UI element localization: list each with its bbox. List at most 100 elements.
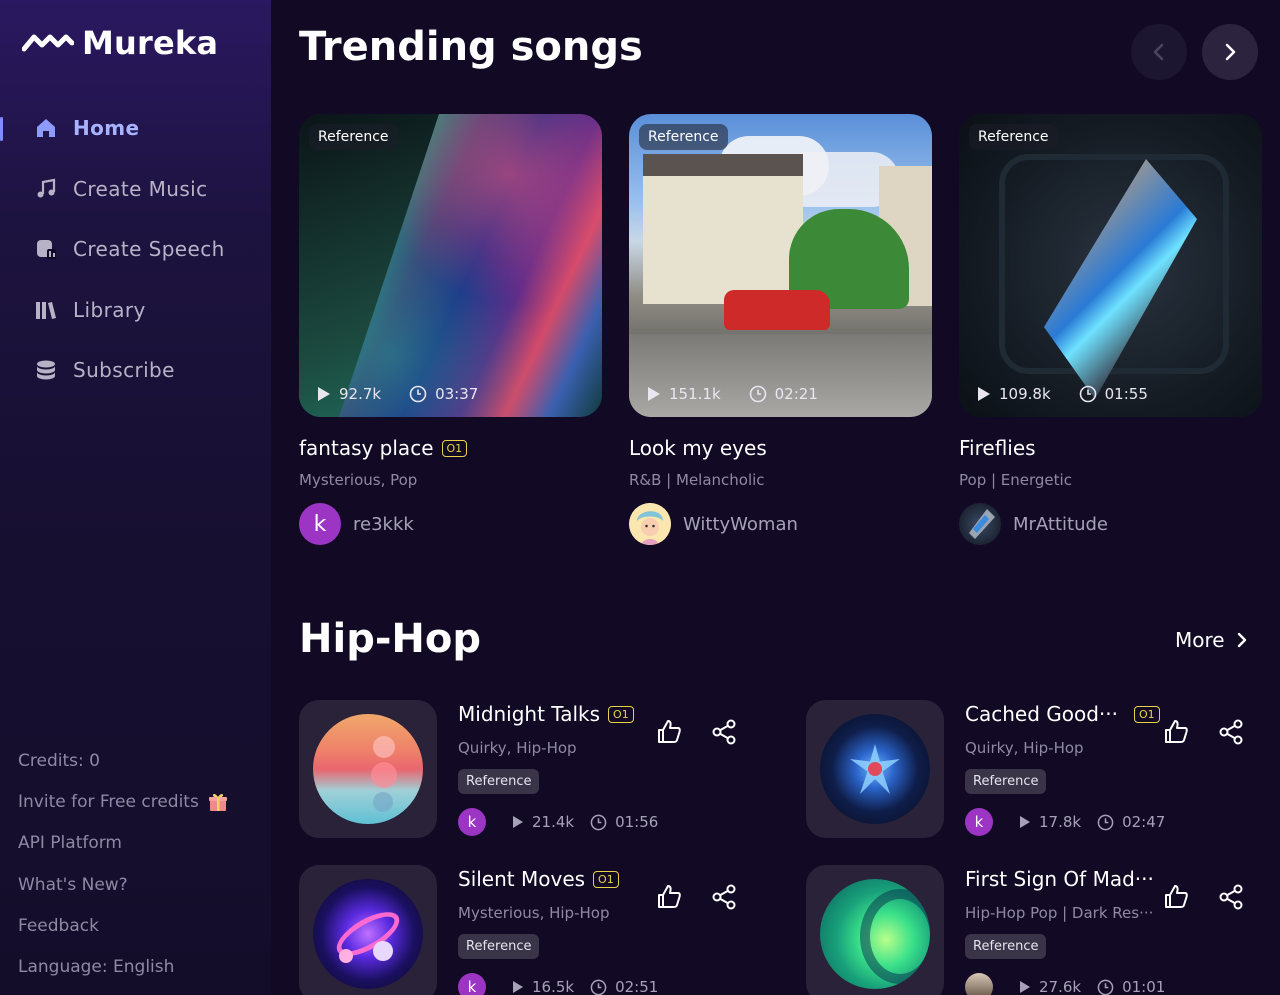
play-icon xyxy=(318,387,330,401)
reference-tag: Reference xyxy=(965,769,1047,794)
play-count: 151.1k xyxy=(669,385,721,403)
share-icon[interactable] xyxy=(710,718,738,746)
play-icon xyxy=(1020,981,1030,993)
trending-card[interactable]: Reference 92.7k 03:37 fantasy place O1 M… xyxy=(299,114,602,545)
song-title[interactable]: Cached Good··· O1 xyxy=(965,702,1160,726)
song-title[interactable]: Fireflies xyxy=(959,433,1262,463)
avatar[interactable]: k xyxy=(458,973,486,995)
song-stats: 92.7k 03:37 xyxy=(317,385,478,403)
api-platform-link[interactable]: API Platform xyxy=(18,823,229,864)
song-disc xyxy=(313,879,423,989)
carousel-next-button[interactable] xyxy=(1202,24,1258,80)
play-count: 21.4k xyxy=(532,813,575,831)
song-cover[interactable]: Reference 92.7k 03:37 xyxy=(299,114,602,417)
more-link[interactable]: More xyxy=(1175,628,1249,652)
author-name: MrAttitude xyxy=(1013,513,1109,535)
invite-link[interactable]: Invite for Free credits xyxy=(18,781,229,822)
list-item[interactable]: Silent Moves O1 Mysterious, Hip-Hop Refe… xyxy=(299,865,759,995)
share-icon[interactable] xyxy=(1217,883,1245,911)
nav-item-library[interactable]: Library xyxy=(0,280,271,341)
author-link[interactable]: k re3kkk xyxy=(299,503,602,545)
mureka-logo-icon xyxy=(22,34,74,52)
like-icon[interactable] xyxy=(1162,883,1190,911)
song-title[interactable]: First Sign Of Mad··· xyxy=(965,867,1154,891)
song-genre: Quirky, Hip-Hop xyxy=(458,739,577,757)
model-badge: O1 xyxy=(441,439,468,457)
song-title-text: Cached Good··· xyxy=(965,702,1118,726)
trending-card[interactable]: Reference 109.8k 01:55 Fireflies Pop | E… xyxy=(959,114,1262,545)
author-link[interactable]: WittyWoman xyxy=(629,503,932,545)
nav-item-create-music[interactable]: Create Music xyxy=(0,159,271,220)
song-thumbnail[interactable] xyxy=(806,865,944,995)
share-icon[interactable] xyxy=(1217,718,1245,746)
song-title-text: Look my eyes xyxy=(629,436,767,460)
song-title[interactable]: Look my eyes xyxy=(629,433,932,463)
song-stats: 151.1k 02:21 xyxy=(647,385,818,403)
clock-icon xyxy=(590,979,607,995)
model-badge: O1 xyxy=(1134,705,1160,723)
song-disc xyxy=(820,879,930,989)
chevron-left-icon xyxy=(1153,43,1164,61)
song-disc xyxy=(313,714,423,824)
song-title-text: Fireflies xyxy=(959,436,1036,460)
duration: 01:56 xyxy=(615,813,659,831)
nav-item-create-speech[interactable]: Create Speech xyxy=(0,219,271,280)
logo[interactable]: Mureka xyxy=(22,24,218,62)
invite-label: Invite for Free credits xyxy=(18,791,199,812)
song-genre: Pop | Energetic xyxy=(959,471,1072,489)
author-link[interactable]: MrAttitude xyxy=(959,503,1262,545)
song-genre: Quirky, Hip-Hop xyxy=(965,739,1084,757)
song-title[interactable]: Midnight Talks O1 xyxy=(458,702,634,726)
nav-label: Create Music xyxy=(73,176,208,201)
clock-icon xyxy=(590,814,607,830)
avatar: k xyxy=(299,503,341,545)
play-icon xyxy=(513,981,523,993)
play-icon xyxy=(978,387,990,401)
song-title-text: Midnight Talks xyxy=(458,702,601,726)
nav-item-home[interactable]: Home xyxy=(0,98,271,159)
reference-tag: Reference xyxy=(639,124,728,150)
nav-label: Create Speech xyxy=(73,237,225,262)
song-thumbnail[interactable] xyxy=(806,700,944,838)
trending-card[interactable]: Reference 151.1k 02:21 Look my eyes R&B … xyxy=(629,114,932,545)
duration: 02:21 xyxy=(774,385,818,403)
song-thumbnail[interactable] xyxy=(299,865,437,995)
list-item[interactable]: Cached Good··· O1 Quirky, Hip-Hop Refere… xyxy=(806,700,1266,838)
clock-icon xyxy=(1097,979,1114,995)
like-icon[interactable] xyxy=(1162,718,1190,746)
avatar xyxy=(629,503,671,545)
duration: 02:47 xyxy=(1122,813,1166,831)
feedback-link[interactable]: Feedback xyxy=(18,905,229,946)
avatar[interactable] xyxy=(965,973,993,995)
library-icon xyxy=(33,297,59,323)
song-title[interactable]: Silent Moves O1 xyxy=(458,867,619,891)
song-title-text: First Sign Of Mad··· xyxy=(965,867,1154,891)
song-thumbnail[interactable] xyxy=(299,700,437,838)
nav-label: Subscribe xyxy=(73,358,175,383)
language-selector[interactable]: Language: English xyxy=(18,946,229,987)
song-cover[interactable]: Reference 151.1k 02:21 xyxy=(629,114,932,417)
clock-icon xyxy=(749,385,766,403)
chevron-right-icon xyxy=(1237,632,1246,648)
duration: 02:51 xyxy=(615,978,659,995)
trending-title: Trending songs xyxy=(299,24,643,70)
list-item[interactable]: First Sign Of Mad··· Hip-Hop Pop | Dark … xyxy=(806,865,1266,995)
like-icon[interactable] xyxy=(655,883,683,911)
song-title[interactable]: fantasy place O1 xyxy=(299,433,602,463)
list-item[interactable]: Midnight Talks O1 Quirky, Hip-Hop Refere… xyxy=(299,700,759,838)
share-icon[interactable] xyxy=(710,883,738,911)
song-genre: Hip-Hop Pop | Dark Res··· xyxy=(965,904,1154,922)
avatar[interactable]: k xyxy=(965,808,993,836)
song-stats: 27.6k 01:01 xyxy=(965,973,1165,995)
whats-new-link[interactable]: What's New? xyxy=(18,864,229,905)
reference-tag: Reference xyxy=(458,934,540,959)
carousel-prev-button[interactable] xyxy=(1131,24,1187,80)
chevron-right-icon xyxy=(1225,43,1236,61)
song-cover[interactable]: Reference 109.8k 01:55 xyxy=(959,114,1262,417)
play-count: 17.8k xyxy=(1039,813,1082,831)
avatar[interactable]: k xyxy=(458,808,486,836)
like-icon[interactable] xyxy=(655,718,683,746)
duration: 01:01 xyxy=(1122,978,1166,995)
nav-item-subscribe[interactable]: Subscribe xyxy=(0,340,271,401)
reference-tag: Reference xyxy=(458,769,540,794)
